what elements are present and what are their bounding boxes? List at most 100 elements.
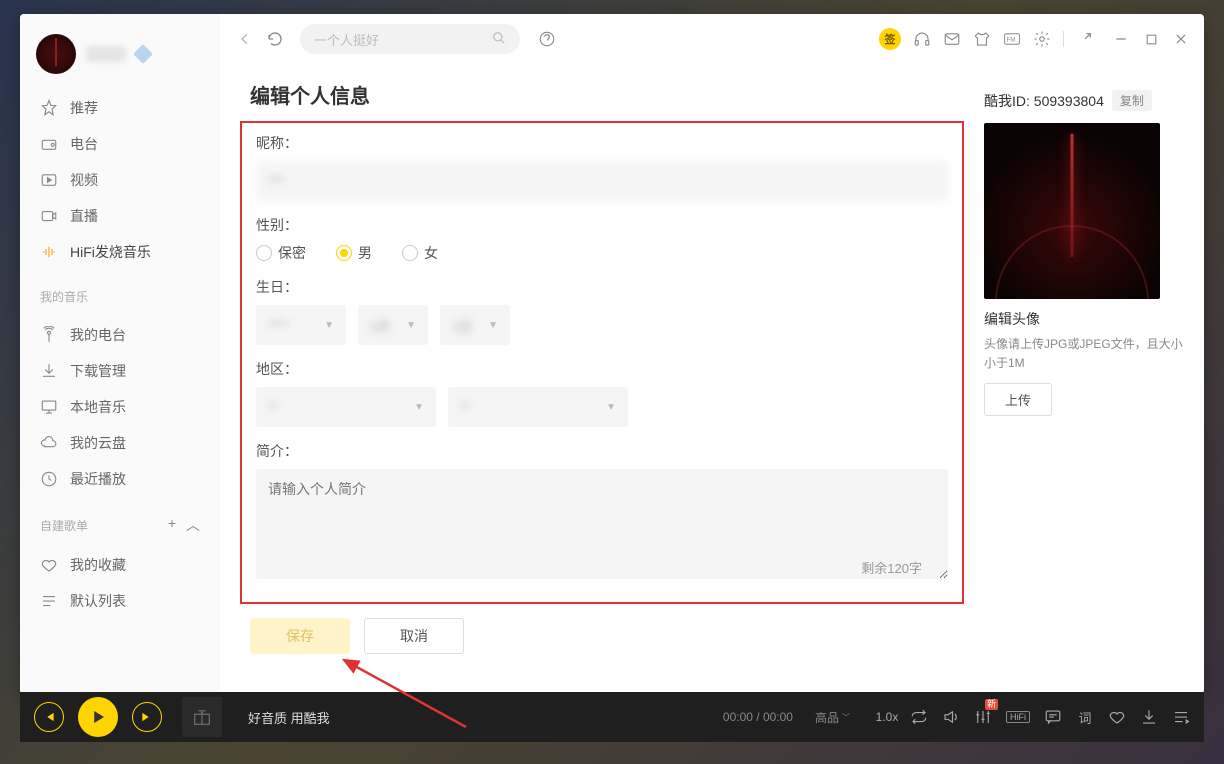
- nav-local[interactable]: 本地音乐: [20, 389, 220, 425]
- nav-label: 默认列表: [70, 591, 126, 611]
- mini-mode-icon[interactable]: [1076, 30, 1094, 48]
- nav-label: 电台: [70, 134, 98, 154]
- region-label: 地区：: [256, 359, 948, 379]
- nav-live[interactable]: 直播: [20, 198, 220, 234]
- app-window: 推荐 电台 视频 直播 HiFi发烧音乐 我的音乐: [20, 14, 1204, 694]
- upload-avatar-button[interactable]: 上传: [984, 383, 1052, 416]
- sidebar: 推荐 电台 视频 直播 HiFi发烧音乐 我的音乐: [20, 14, 220, 694]
- svg-text:FM: FM: [1007, 37, 1016, 43]
- add-playlist-icon[interactable]: +: [168, 515, 176, 535]
- copy-id-button[interactable]: 复制: [1112, 90, 1152, 111]
- equalizer-icon[interactable]: 新: [974, 708, 992, 726]
- bio-textarea[interactable]: [256, 469, 948, 579]
- bio-label: 简介：: [256, 441, 948, 461]
- nav-label: 最近播放: [70, 469, 126, 489]
- search-input[interactable]: 一个人挺好: [300, 24, 520, 54]
- refresh-icon[interactable]: [264, 28, 286, 50]
- sign-in-badge[interactable]: 签: [879, 28, 901, 50]
- nav-label: 下载管理: [70, 361, 126, 381]
- birth-day-select[interactable]: 1日▼: [440, 305, 510, 345]
- user-name: [86, 46, 126, 62]
- headphone-icon[interactable]: [913, 30, 931, 48]
- cloud-icon: [40, 434, 58, 452]
- nickname-input[interactable]: [256, 161, 948, 201]
- maximize-icon[interactable]: [1142, 30, 1160, 48]
- download-icon: [40, 362, 58, 380]
- nav-default-list[interactable]: 默认列表: [20, 583, 220, 619]
- nav-radio[interactable]: 电台: [20, 126, 220, 162]
- user-avatar[interactable]: [36, 34, 76, 74]
- star-icon: [40, 99, 58, 117]
- gender-label: 性别：: [256, 215, 948, 235]
- nav-label: 直播: [70, 206, 98, 226]
- topbar: 一个人挺好 签 FM: [220, 14, 1204, 64]
- nav-label: 我的云盘: [70, 433, 126, 453]
- gender-secret-radio[interactable]: 保密: [256, 243, 306, 263]
- antenna-icon: [40, 326, 58, 344]
- nav-recommend[interactable]: 推荐: [20, 90, 220, 126]
- gift-icon[interactable]: [182, 697, 222, 737]
- gender-male-radio[interactable]: 男: [336, 243, 372, 263]
- user-profile-row[interactable]: [20, 26, 220, 82]
- nav-label: 视频: [70, 170, 98, 190]
- play-button[interactable]: [78, 697, 118, 737]
- heart-icon: [40, 556, 58, 574]
- speed-button[interactable]: 1.0x: [878, 708, 896, 726]
- nav-hifi[interactable]: HiFi发烧音乐: [20, 234, 220, 270]
- collapse-playlist-icon[interactable]: ︿: [186, 515, 200, 535]
- search-placeholder: 一个人挺好: [314, 30, 379, 49]
- nickname-label: 昵称：: [256, 133, 948, 153]
- nav-video[interactable]: 视频: [20, 162, 220, 198]
- shirt-icon[interactable]: [973, 30, 991, 48]
- nav-cloud[interactable]: 我的云盘: [20, 425, 220, 461]
- close-icon[interactable]: [1172, 30, 1190, 48]
- chevron-down-icon: ▼: [606, 402, 616, 413]
- birth-month-select[interactable]: 1月▼: [358, 305, 428, 345]
- hifi-badge[interactable]: HiFi: [1006, 711, 1030, 723]
- minimize-icon[interactable]: [1112, 30, 1130, 48]
- playlist-icon[interactable]: [1172, 708, 1190, 726]
- page-title: 编辑个人信息: [240, 80, 964, 109]
- track-title: 好音质 用酷我: [248, 708, 330, 727]
- hifi-icon: [40, 243, 58, 261]
- listen-identify-icon[interactable]: [536, 28, 558, 50]
- nav-discover: 推荐 电台 视频 直播 HiFi发烧音乐: [20, 82, 220, 278]
- save-button[interactable]: 保存: [250, 618, 350, 654]
- like-icon[interactable]: [1108, 708, 1126, 726]
- next-track-button[interactable]: [132, 702, 162, 732]
- nav-recent[interactable]: 最近播放: [20, 461, 220, 497]
- download-track-icon[interactable]: [1140, 708, 1158, 726]
- nav-my-radio[interactable]: 我的电台: [20, 317, 220, 353]
- right-panel: 酷我ID: 509393804 复制 编辑头像 头像请上传JPG或JPEG文件，…: [984, 64, 1184, 674]
- birth-year-select[interactable]: ****▼: [256, 305, 346, 345]
- volume-icon[interactable]: [942, 708, 960, 726]
- section-mymusic-label: 我的音乐: [20, 278, 220, 309]
- nav-mymusic: 我的电台 下载管理 本地音乐 我的云盘 最近播放: [20, 309, 220, 505]
- nav-download[interactable]: 下载管理: [20, 353, 220, 389]
- nav-back-icon[interactable]: [234, 28, 256, 50]
- province-select[interactable]: **▼: [256, 387, 436, 427]
- profile-form: 编辑个人信息 昵称： 性别： 保密 男 女: [240, 64, 964, 674]
- clock-icon: [40, 470, 58, 488]
- mail-icon[interactable]: [943, 30, 961, 48]
- search-icon[interactable]: [492, 31, 506, 48]
- separator: [1063, 31, 1064, 47]
- quality-selector[interactable]: 高品﹀: [815, 709, 850, 726]
- nav-label: 我的收藏: [70, 555, 126, 575]
- prev-track-button[interactable]: [34, 702, 64, 732]
- gear-icon[interactable]: [1033, 30, 1051, 48]
- lyrics-button[interactable]: 词: [1076, 708, 1094, 726]
- nav-label: 我的电台: [70, 325, 126, 345]
- nav-favorites[interactable]: 我的收藏: [20, 547, 220, 583]
- vip-diamond-icon[interactable]: [133, 44, 153, 64]
- topbar-icons: 签 FM: [879, 28, 1190, 50]
- gender-female-radio[interactable]: 女: [402, 243, 438, 263]
- nav-label: HiFi发烧音乐: [70, 242, 151, 262]
- nav-playlists: 我的收藏 默认列表: [20, 539, 220, 627]
- fm-icon[interactable]: FM: [1003, 30, 1021, 48]
- city-select[interactable]: **▼: [448, 387, 628, 427]
- loop-icon[interactable]: [910, 708, 928, 726]
- comment-icon[interactable]: [1044, 708, 1062, 726]
- video-icon: [40, 171, 58, 189]
- cancel-button[interactable]: 取消: [364, 618, 464, 654]
